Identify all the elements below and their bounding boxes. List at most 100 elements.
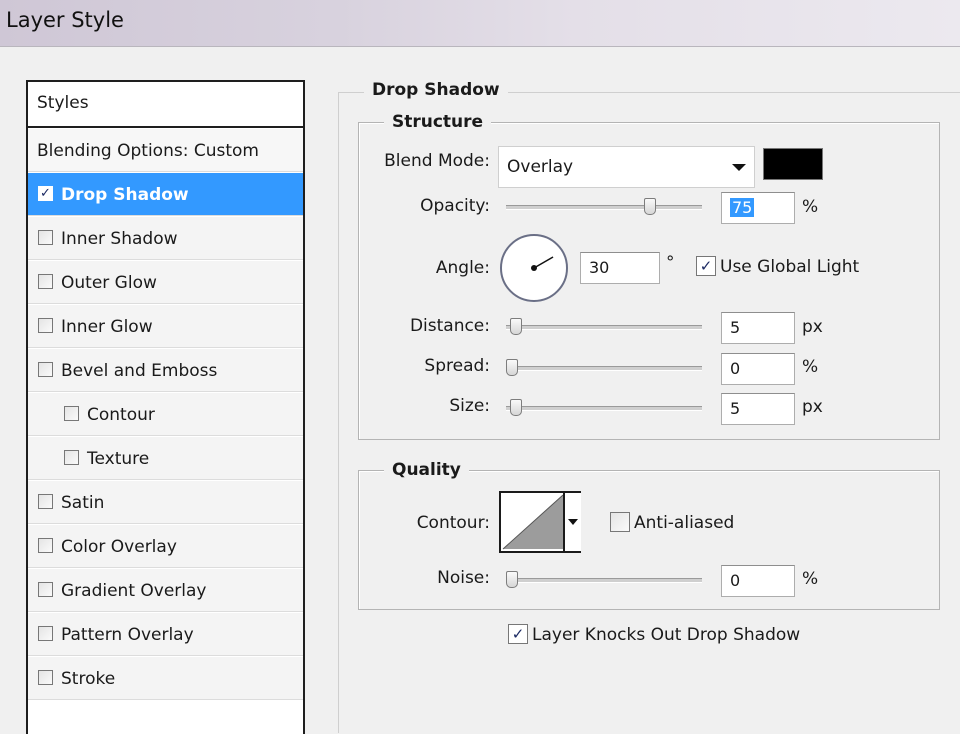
style-item-label: Blending Options: Custom — [37, 141, 259, 161]
quality-group — [358, 470, 940, 610]
angle-value: 30 — [589, 258, 610, 277]
style-item-label: Texture — [87, 449, 150, 469]
style-item-inner-shadow[interactable]: Inner Shadow — [28, 216, 303, 260]
drop-shadow-title: Drop Shadow — [364, 80, 508, 100]
distance-input[interactable]: 5 — [721, 312, 795, 344]
style-item-label: Color Overlay — [61, 537, 177, 557]
style-item-label: Pattern Overlay — [61, 625, 194, 645]
opacity-value: 75 — [730, 198, 755, 217]
checkbox-icon — [610, 512, 630, 532]
contour-dropdown-button[interactable] — [563, 493, 581, 551]
angle-unit: ° — [666, 253, 675, 273]
style-item-label: Contour — [87, 405, 155, 425]
distance-value: 5 — [730, 318, 741, 337]
blend-mode-label: Blend Mode: — [384, 151, 490, 171]
noise-unit: % — [802, 569, 819, 589]
spread-input[interactable]: 0 — [721, 353, 795, 385]
noise-value: 0 — [730, 571, 741, 590]
style-item-label: Satin — [61, 493, 105, 513]
style-item-label: Drop Shadow — [61, 185, 189, 205]
style-item-texture[interactable]: Texture — [28, 436, 303, 480]
checkbox-icon[interactable] — [38, 625, 53, 641]
style-item-color-overlay[interactable]: Color Overlay — [28, 524, 303, 568]
checkbox-icon[interactable] — [38, 581, 53, 597]
checkbox-icon[interactable] — [38, 317, 53, 333]
style-item-drop-shadow[interactable]: ✓ Drop Shadow — [28, 172, 303, 216]
blend-mode-select[interactable]: Overlay — [498, 146, 755, 188]
angle-label: Angle: — [435, 258, 490, 278]
anti-aliased-label: Anti-aliased — [634, 513, 735, 533]
style-item-label: Stroke — [61, 669, 116, 689]
style-item-pattern-overlay[interactable]: Pattern Overlay — [28, 612, 303, 656]
style-item-label: Outer Glow — [61, 273, 157, 293]
style-item-label: Inner Glow — [61, 317, 153, 337]
style-item-label: Gradient Overlay — [61, 581, 207, 601]
size-input[interactable]: 5 — [721, 393, 795, 425]
size-slider-track[interactable] — [506, 406, 702, 411]
checkbox-icon[interactable] — [38, 273, 53, 289]
chevron-down-icon — [732, 164, 746, 171]
noise-input[interactable]: 0 — [721, 565, 795, 597]
opacity-input[interactable]: 75 — [721, 192, 795, 224]
noise-slider-thumb[interactable] — [506, 571, 518, 588]
style-item-inner-glow[interactable]: Inner Glow — [28, 304, 303, 348]
styles-header[interactable]: Styles — [28, 82, 303, 128]
styles-items: Blending Options: Custom ✓ Drop Shadow Inne… — [28, 128, 303, 700]
use-global-light-label: Use Global Light — [720, 257, 860, 277]
size-unit: px — [802, 397, 823, 417]
spread-value: 0 — [730, 359, 741, 378]
size-value: 5 — [730, 399, 741, 418]
style-item-outer-glow[interactable]: Outer Glow — [28, 260, 303, 304]
blend-mode-value: Overlay — [507, 157, 574, 177]
checkmark-icon: ✓ — [696, 256, 716, 276]
layer-knocks-out-checkbox[interactable]: ✓ Layer Knocks Out Drop Shadow — [508, 624, 800, 646]
style-item-label: Bevel and Emboss — [61, 361, 218, 381]
style-item-stroke[interactable]: Stroke — [28, 656, 303, 700]
style-item-blending-options-custom[interactable]: Blending Options: Custom — [28, 128, 303, 172]
checkbox-icon[interactable] — [64, 405, 79, 421]
checkbox-icon[interactable] — [38, 361, 53, 377]
size-label: Size: — [449, 396, 490, 416]
layer-knocks-out-label: Layer Knocks Out Drop Shadow — [532, 625, 801, 645]
style-item-bevel-and-emboss[interactable]: Bevel and Emboss — [28, 348, 303, 392]
checkmark-icon: ✓ — [508, 624, 528, 644]
contour-picker[interactable] — [499, 491, 581, 553]
distance-unit: px — [802, 317, 823, 337]
spread-unit: % — [802, 357, 819, 377]
style-item-gradient-overlay[interactable]: Gradient Overlay — [28, 568, 303, 612]
style-item-contour[interactable]: Contour — [28, 392, 303, 436]
distance-slider-track[interactable] — [506, 325, 702, 330]
anti-aliased-checkbox[interactable]: Anti-aliased — [610, 512, 734, 534]
window-title: Layer Style — [6, 8, 124, 32]
contour-curve-icon — [502, 494, 564, 550]
spread-slider-track[interactable] — [506, 366, 702, 371]
quality-title: Quality — [384, 460, 469, 480]
chevron-down-icon — [568, 519, 578, 525]
angle-needle-icon — [531, 256, 554, 271]
structure-title: Structure — [384, 112, 492, 132]
style-item-label: Inner Shadow — [61, 229, 178, 249]
opacity-unit: % — [802, 197, 819, 217]
checkbox-icon[interactable] — [38, 493, 53, 509]
checkmark-icon[interactable]: ✓ — [38, 185, 53, 201]
spread-label: Spread: — [424, 356, 490, 376]
angle-input[interactable]: 30 — [580, 252, 660, 284]
distance-slider-thumb[interactable] — [509, 318, 522, 335]
noise-label: Noise: — [437, 568, 490, 588]
contour-label: Contour: — [416, 513, 490, 533]
use-global-light-checkbox[interactable]: ✓ Use Global Light — [696, 256, 859, 278]
size-slider-thumb[interactable] — [509, 399, 522, 416]
shadow-color-swatch[interactable] — [763, 148, 823, 180]
spread-slider-thumb[interactable] — [506, 359, 518, 376]
opacity-slider-thumb[interactable] — [644, 198, 656, 215]
opacity-label: Opacity: — [420, 196, 490, 216]
title-bar: Layer Style — [0, 0, 960, 46]
angle-dial[interactable] — [500, 234, 568, 302]
checkbox-icon[interactable] — [64, 449, 79, 465]
checkbox-icon[interactable] — [38, 669, 53, 685]
checkbox-icon[interactable] — [38, 229, 53, 245]
style-item-satin[interactable]: Satin — [28, 480, 303, 524]
opacity-slider-track[interactable] — [506, 205, 702, 210]
checkbox-icon[interactable] — [38, 537, 53, 553]
noise-slider-track[interactable] — [506, 578, 702, 583]
